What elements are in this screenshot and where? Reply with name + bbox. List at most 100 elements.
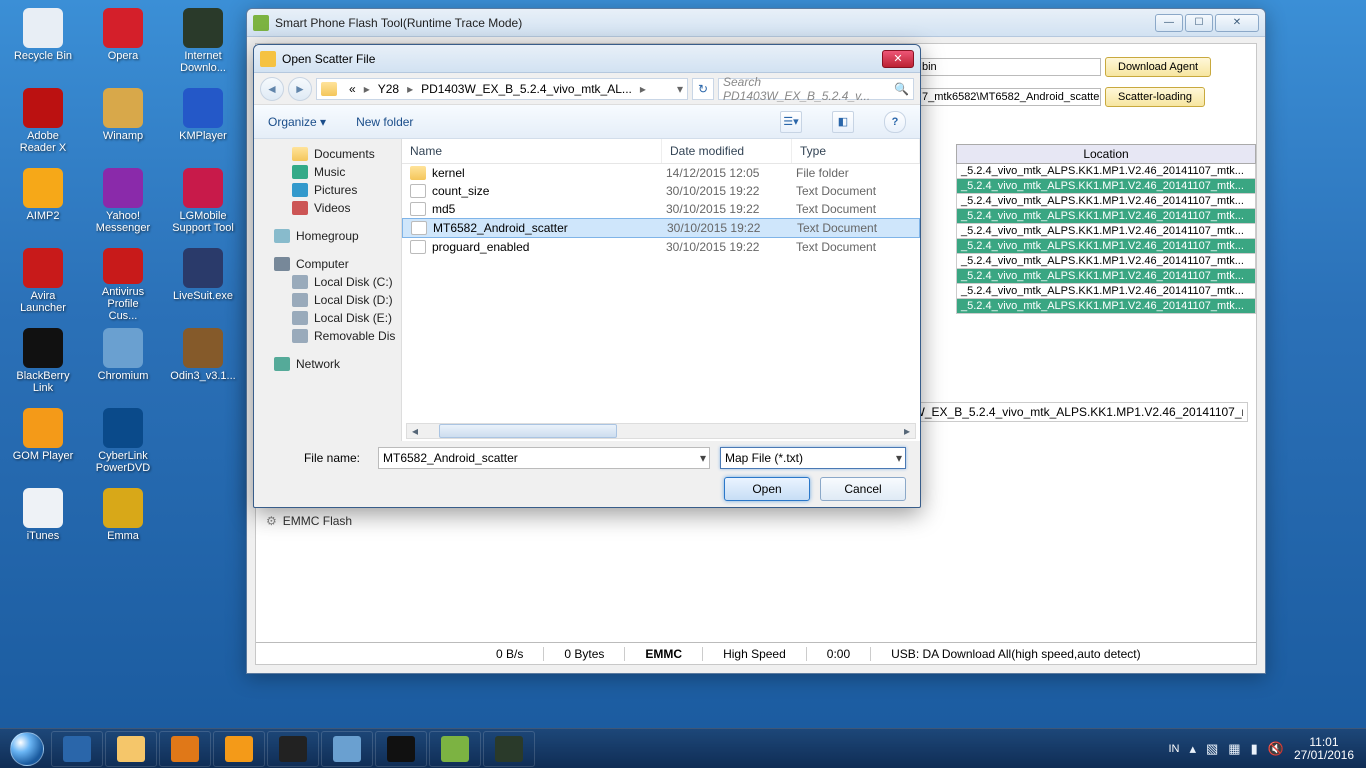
tree-item[interactable]: Music: [292, 163, 401, 181]
app-icon: [183, 88, 223, 128]
desktop-icon[interactable]: Antivirus Profile Cus...: [92, 248, 154, 322]
tree-item[interactable]: Documents: [292, 145, 401, 163]
location-row[interactable]: _5.2.4_vivo_mtk_ALPS.KK1.MP1.V2.46_20141…: [956, 299, 1256, 314]
file-row[interactable]: count_size30/10/2015 19:22Text Document: [402, 182, 920, 200]
tree-item[interactable]: Local Disk (D:): [292, 291, 401, 309]
desktop-icon[interactable]: iTunes: [12, 488, 74, 562]
location-row[interactable]: _5.2.4_vivo_mtk_ALPS.KK1.MP1.V2.46_20141…: [956, 269, 1256, 284]
battery-icon[interactable]: ▮: [1251, 741, 1258, 757]
location-table: Location _5.2.4_vivo_mtk_ALPS.KK1.MP1.V2…: [956, 144, 1256, 314]
desktop-icon[interactable]: Yahoo! Messenger: [92, 168, 154, 242]
maximize-button[interactable]: ☐: [1185, 14, 1213, 32]
scatter-path-input[interactable]: 7_mtk6582\MT6582_Android_scatter: [917, 88, 1101, 106]
file-row[interactable]: md530/10/2015 19:22Text Document: [402, 200, 920, 218]
desktop-icon[interactable]: GOM Player: [12, 408, 74, 482]
help-button[interactable]: ?: [884, 111, 906, 133]
taskbar-item[interactable]: [483, 731, 535, 767]
file-type-filter[interactable]: Map File (*.txt)▾: [720, 447, 906, 469]
tree-item[interactable]: Network: [274, 355, 401, 373]
cancel-button[interactable]: Cancel: [820, 477, 906, 501]
download-agent-button[interactable]: Download Agent: [1105, 57, 1211, 77]
desktop-icon[interactable]: Emma: [92, 488, 154, 562]
desktop-icon[interactable]: LiveSuit.exe: [172, 248, 234, 322]
tree-item[interactable]: Local Disk (E:): [292, 309, 401, 327]
desktop-icon[interactable]: Avira Launcher: [12, 248, 74, 322]
flag-icon[interactable]: ▧: [1206, 741, 1218, 757]
chevron-down-icon[interactable]: ▾: [896, 451, 902, 465]
app-icon: [23, 8, 63, 48]
refresh-button[interactable]: ↻: [692, 78, 714, 100]
taskbar-item[interactable]: [213, 731, 265, 767]
breadcrumb[interactable]: «▸ Y28▸ PD1403W_EX_B_5.2.4_vivo_mtk_AL..…: [316, 78, 688, 100]
taskbar-item[interactable]: [267, 731, 319, 767]
location-header: Location: [956, 144, 1256, 164]
open-button[interactable]: Open: [724, 477, 810, 501]
taskbar-item[interactable]: [321, 731, 373, 767]
location-row[interactable]: _5.2.4_vivo_mtk_ALPS.KK1.MP1.V2.46_20141…: [956, 179, 1256, 194]
tray-up-icon[interactable]: ▴: [1189, 741, 1196, 757]
location-row[interactable]: _5.2.4_vivo_mtk_ALPS.KK1.MP1.V2.46_20141…: [956, 209, 1256, 224]
desktop-icon[interactable]: CyberLink PowerDVD: [92, 408, 154, 482]
taskbar-item[interactable]: [51, 731, 103, 767]
chevron-down-icon[interactable]: ▾: [700, 451, 706, 465]
network-icon[interactable]: ▦: [1228, 741, 1240, 757]
desktop-icon[interactable]: Odin3_v3.1...: [172, 328, 234, 402]
scatter-loading-button[interactable]: Scatter-loading: [1105, 87, 1205, 107]
new-folder-button[interactable]: New folder: [356, 115, 413, 129]
clock[interactable]: 11:01 27/01/2016: [1294, 736, 1354, 762]
volume-icon[interactable]: 🔇: [1268, 741, 1284, 757]
file-row[interactable]: MT6582_Android_scatter30/10/2015 19:22Te…: [402, 218, 920, 238]
app-icon: [183, 8, 223, 48]
chevron-down-icon[interactable]: ▾: [677, 82, 683, 96]
location-row[interactable]: _5.2.4_vivo_mtk_ALPS.KK1.MP1.V2.46_20141…: [956, 164, 1256, 179]
location-row[interactable]: _5.2.4_vivo_mtk_ALPS.KK1.MP1.V2.46_20141…: [956, 194, 1256, 209]
taskbar-item[interactable]: [375, 731, 427, 767]
tree-item[interactable]: Pictures: [292, 181, 401, 199]
filename-input[interactable]: MT6582_Android_scatter▾: [378, 447, 710, 469]
location-row[interactable]: _5.2.4_vivo_mtk_ALPS.KK1.MP1.V2.46_20141…: [956, 224, 1256, 239]
app-icon: [103, 328, 143, 368]
file-icon: [410, 202, 426, 216]
desktop-icon[interactable]: Recycle Bin: [12, 8, 74, 82]
tree-item[interactable]: Homegroup: [274, 227, 401, 245]
dialog-close-button[interactable]: ✕: [882, 50, 914, 68]
desktop-icon[interactable]: Chromium: [92, 328, 154, 402]
tree-item[interactable]: Removable Dis: [292, 327, 401, 345]
desktop-icon[interactable]: BlackBerry Link: [12, 328, 74, 402]
location-row[interactable]: _5.2.4_vivo_mtk_ALPS.KK1.MP1.V2.46_20141…: [956, 254, 1256, 269]
tree-item[interactable]: Computer: [274, 255, 401, 273]
desktop-icon[interactable]: AIMP2: [12, 168, 74, 242]
start-button[interactable]: [4, 731, 50, 767]
desktop-icon[interactable]: Winamp: [92, 88, 154, 162]
search-input[interactable]: Search PD1403W_EX_B_5.2.4_v... 🔍: [718, 78, 914, 100]
location-row[interactable]: _5.2.4_vivo_mtk_ALPS.KK1.MP1.V2.46_20141…: [956, 284, 1256, 299]
close-button[interactable]: ✕: [1215, 14, 1259, 32]
tree-item[interactable]: Local Disk (C:): [292, 273, 401, 291]
desktop-icon[interactable]: [172, 408, 234, 482]
file-row[interactable]: kernel14/12/2015 12:05File folder: [402, 164, 920, 182]
nav-back-button[interactable]: ◄: [260, 77, 284, 101]
organize-menu[interactable]: Organize ▾: [268, 115, 326, 129]
horizontal-scrollbar[interactable]: ◂▸: [406, 423, 916, 439]
file-row[interactable]: proguard_enabled30/10/2015 19:22Text Doc…: [402, 238, 920, 256]
desktop-icon[interactable]: Opera: [92, 8, 154, 82]
taskbar-item[interactable]: [159, 731, 211, 767]
nav-tree[interactable]: DocumentsMusicPicturesVideos Homegroup Com…: [254, 139, 402, 441]
desktop-icon[interactable]: KMPlayer: [172, 88, 234, 162]
nav-forward-button[interactable]: ►: [288, 77, 312, 101]
language-indicator[interactable]: IN: [1168, 743, 1179, 755]
minimize-button[interactable]: —: [1155, 14, 1183, 32]
app-icon: [183, 248, 223, 288]
taskbar-item[interactable]: [105, 731, 157, 767]
desktop-icon[interactable]: LGMobile Support Tool: [172, 168, 234, 242]
da-path-input[interactable]: bin: [917, 58, 1101, 76]
preview-pane-button[interactable]: ◧: [832, 111, 854, 133]
taskbar-item[interactable]: [429, 731, 481, 767]
location-row[interactable]: _5.2.4_vivo_mtk_ALPS.KK1.MP1.V2.46_20141…: [956, 239, 1256, 254]
disk-icon: [292, 311, 308, 325]
list-header[interactable]: Name Date modified Type: [402, 139, 920, 164]
tree-item[interactable]: Videos: [292, 199, 401, 217]
desktop-icon[interactable]: Adobe Reader X: [12, 88, 74, 162]
view-mode-button[interactable]: ☰▾: [780, 111, 802, 133]
desktop-icon[interactable]: Internet Downlo...: [172, 8, 234, 82]
